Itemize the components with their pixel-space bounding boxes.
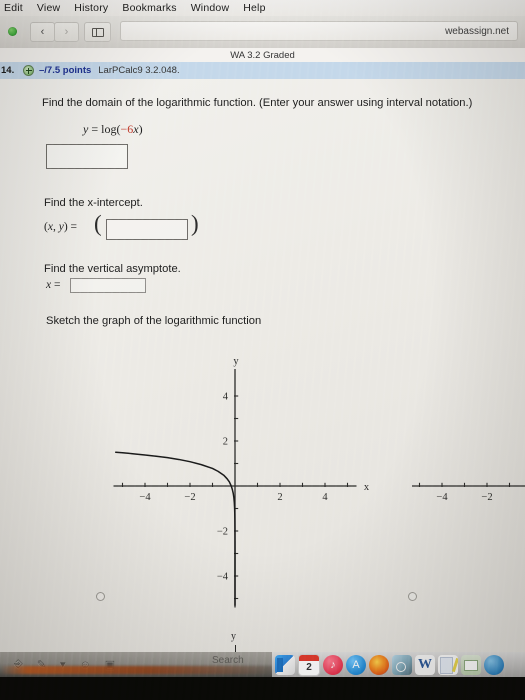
next-graph-y-axis [235,645,237,652]
bottom-bar: ⎆ ✎ ▾ ☺ ▣ Search 2 ♪ A W [0,652,525,677]
domain-prompt: Find the domain of the logarithmic funct… [42,97,473,109]
svg-text:−2: −2 [481,492,492,503]
chevron-left-icon: ‹ [40,26,45,38]
svg-text:−2: −2 [217,527,228,538]
svg-text:−2: −2 [184,492,195,503]
svg-text:4: 4 [322,492,328,503]
asymptote-prompt: Find the vertical asymptote. [44,263,181,275]
screen-bezel [0,677,525,700]
xintercept-prompt: Find the x-intercept. [44,197,143,209]
equation-equals: = [91,122,99,136]
equation-y: y [83,122,89,136]
asymptote-label: x = [46,279,60,291]
graph-option-2[interactable]: −4 −2 [412,329,525,639]
question-header: 14. –/7.5 points LarPCalc9 3.2.048. [0,62,525,79]
xy-close: ) = [63,221,78,233]
question-reference: LarPCalc9 3.2.048. [98,65,180,76]
sketch-prompt: Sketch the graph of the logarithmic func… [46,315,262,327]
question-body: Find the domain of the logarithmic funct… [0,79,525,652]
answer-open-paren: ( [94,211,102,236]
sidebar-toggle-button[interactable] [84,22,111,42]
asymptote-answer-input[interactable] [70,278,146,293]
assignment-title-bar: WA 3.2 Graded [0,48,525,62]
svg-text:y: y [233,356,239,367]
menu-item-edit[interactable]: Edit [4,2,23,14]
graph-canvas-2: −4 −2 [412,482,525,503]
dock-item-calendar[interactable]: 2 [298,653,320,676]
sidebar-icon [91,27,104,37]
question-points: –/7.5 points [39,65,92,76]
xintercept-label: (x, y) = [44,221,77,233]
next-graph-y-label: y [231,631,236,642]
svg-text:2: 2 [223,437,228,448]
forward-button[interactable]: › [54,22,79,42]
svg-text:4: 4 [223,392,229,403]
browser-toolbar: ‹ › webassign.net [0,16,525,49]
function-equation: y = log(−6x) [83,122,143,137]
graph-option-1[interactable]: −4 −2 2 4 4 2 −2 −4 x y [100,329,390,639]
svg-text:−4: −4 [139,492,151,503]
menu-item-history[interactable]: History [74,2,108,14]
dock-item-mail[interactable] [461,654,481,675]
xintercept-answer-input[interactable] [106,219,188,240]
address-bar-text: webassign.net [445,25,509,37]
dock: 2 ♪ A W [272,652,525,677]
equation-log: log( [101,122,121,136]
dock-item-preview[interactable] [392,654,412,675]
desktop-wallpaper-sliver [0,666,272,674]
menu-item-view[interactable]: View [37,2,60,14]
menu-item-window[interactable]: Window [191,2,230,14]
screen: Edit View History Bookmarks Window Help … [0,0,525,700]
dock-item-firefox[interactable] [369,654,389,675]
dock-item-finder[interactable] [275,654,295,675]
address-bar[interactable]: webassign.net [120,21,518,41]
dock-item-notes[interactable] [438,654,458,675]
background-window-toolbar: ⎆ ✎ ▾ ☺ ▣ Search [0,652,272,677]
question-number: 14. [1,65,15,76]
equation-close-paren: ) [138,122,143,136]
answer-close-paren: ) [191,211,199,236]
dock-item-app-store[interactable]: A [346,654,366,675]
svg-text:x: x [364,482,370,493]
asymptote-equals: = [51,279,61,291]
graph-option-1-radio[interactable] [96,592,105,601]
dock-item-itunes[interactable]: ♪ [323,654,343,675]
dock-item-safari[interactable] [484,654,504,675]
calendar-date: 2 [306,662,312,673]
menu-bar: Edit View History Bookmarks Window Help [0,0,525,16]
back-button[interactable]: ‹ [30,22,55,42]
search-input[interactable]: Search [212,655,244,666]
domain-answer-input[interactable] [46,144,128,169]
chevron-right-icon: › [64,26,69,38]
menu-item-bookmarks[interactable]: Bookmarks [122,2,176,14]
expand-icon[interactable] [23,65,34,76]
svg-text:−4: −4 [436,492,448,503]
svg-text:2: 2 [277,492,282,503]
assignment-title: WA 3.2 Graded [230,49,295,61]
window-zoom-button[interactable] [8,27,17,36]
svg-text:−4: −4 [217,572,229,583]
dock-item-word[interactable]: W [415,654,435,675]
graph-option-2-radio[interactable] [408,592,417,601]
graph-canvas-1: −4 −2 2 4 4 2 −2 −4 x y [113,356,370,608]
menu-item-help[interactable]: Help [243,2,265,14]
